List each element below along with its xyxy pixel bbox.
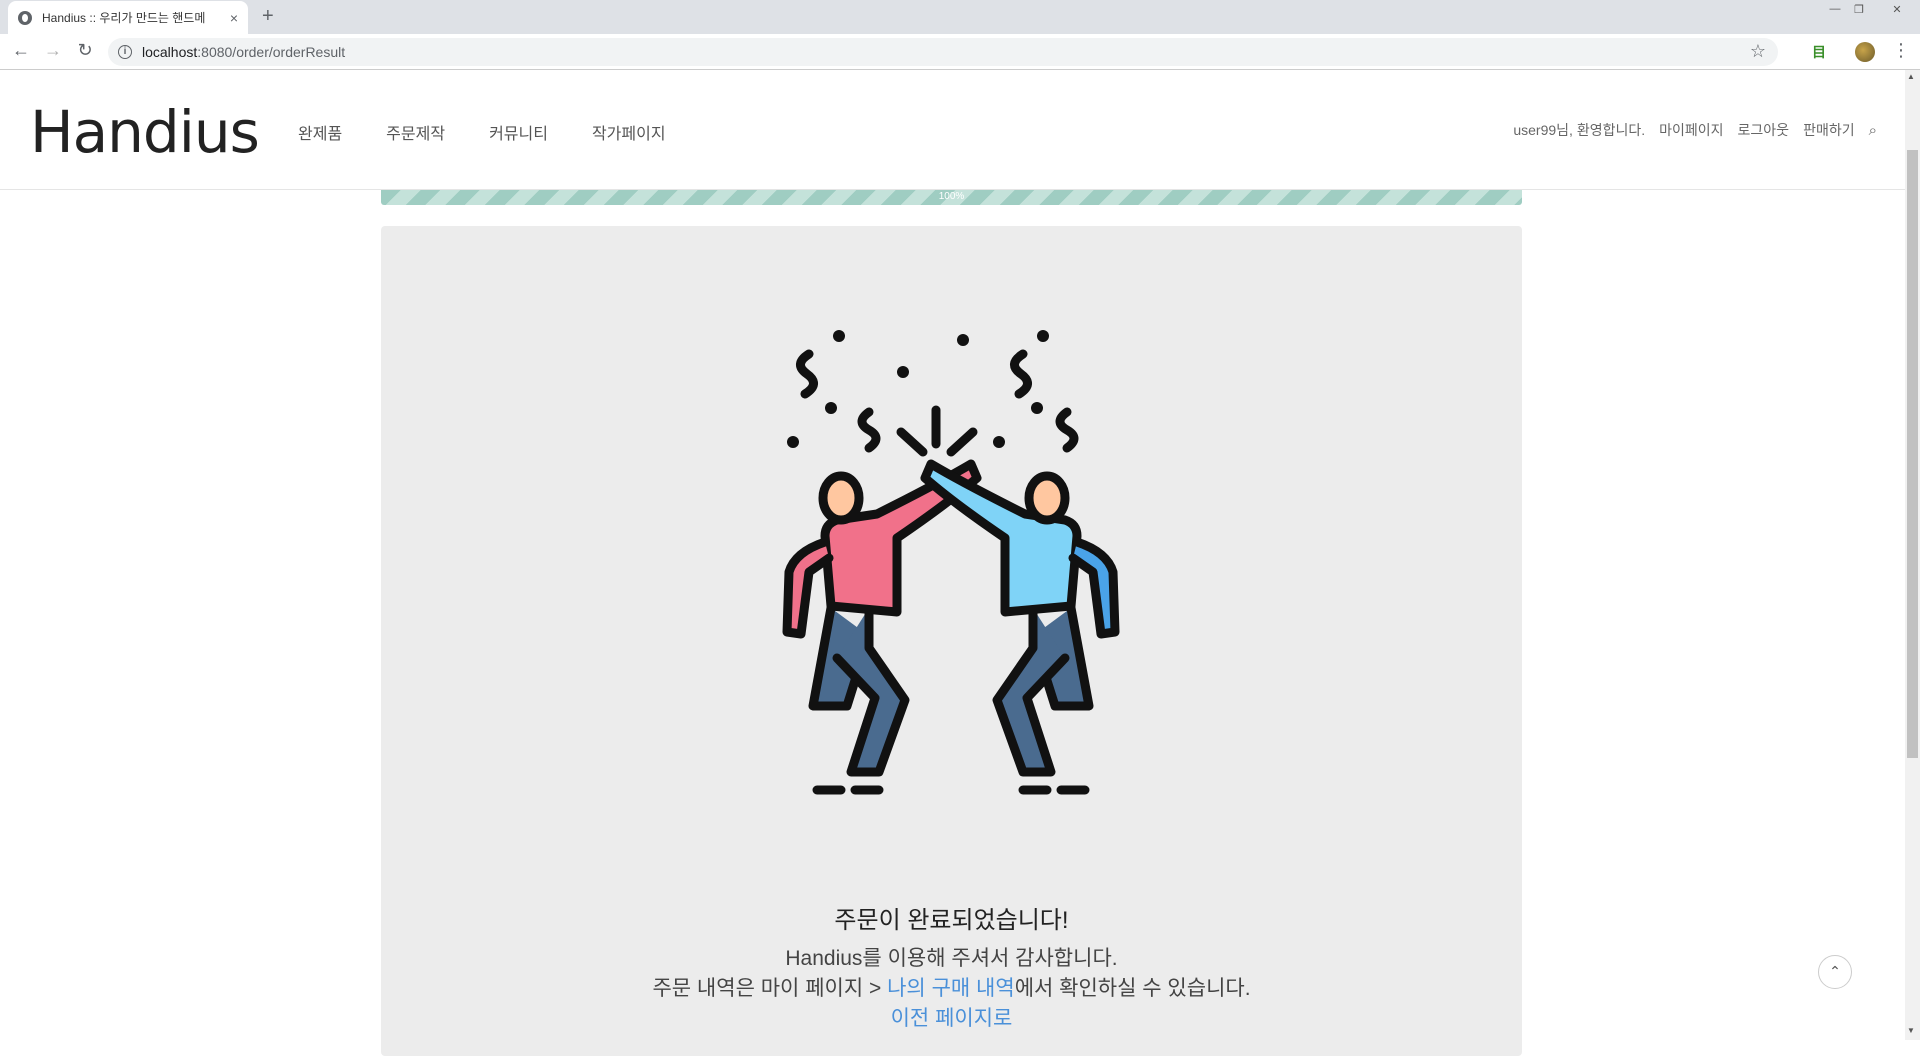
previous-page-link[interactable]: 이전 페이지로	[891, 1007, 1013, 1030]
url-path: :8080/order/orderResult	[197, 44, 346, 60]
scroll-down-arrow-icon[interactable]: ▼	[1907, 1026, 1915, 1035]
globe-icon	[18, 10, 32, 25]
high-five-illustration	[782, 330, 1120, 795]
reload-icon[interactable]: ↻	[73, 40, 97, 61]
scroll-to-top-button[interactable]: ⌃	[1818, 955, 1852, 989]
back-arrow-icon[interactable]: ←	[9, 40, 33, 61]
history-suffix: 에서 확인하실 수 있습니다.	[1014, 977, 1251, 1000]
browser-tab-strip: Handius :: 우리가 만드는 핸드메 × + — ❐ ✕	[0, 0, 1920, 34]
search-icon[interactable]: ⌕	[1869, 122, 1877, 139]
thanks-message: Handius를 이용해 주셔서 감사합니다.	[785, 947, 1118, 970]
profile-avatar-icon[interactable]	[1855, 42, 1875, 62]
history-prefix: 주문 내역은 마이 페이지 >	[652, 977, 888, 1000]
site-header: Handius 완제품 주문제작 커뮤니티 작가페이지 user99님, 환영합…	[0, 70, 1905, 190]
nav-item-finished-products[interactable]: 완제품	[298, 120, 342, 144]
scrollbar-thumb[interactable]	[1907, 150, 1918, 758]
site-logo[interactable]: Handius	[30, 98, 260, 166]
new-tab-button[interactable]: +	[262, 5, 274, 28]
bookmark-star-icon[interactable]: ☆	[1750, 41, 1766, 62]
info-icon[interactable]: i	[118, 45, 132, 59]
url-host: localhost	[142, 44, 198, 60]
nav-item-artist-page[interactable]: 작가페이지	[592, 120, 666, 144]
mypage-link[interactable]: 마이페이지	[1659, 120, 1723, 140]
order-progress-bar: 100%	[381, 190, 1522, 205]
window-maximize-button[interactable]: ❐	[1846, 0, 1872, 18]
browser-toolbar: ← → ↻ i localhost:8080/order/orderResult…	[0, 34, 1920, 70]
window-close-button[interactable]: ✕	[1880, 0, 1914, 18]
browser-menu-icon[interactable]: ⋮	[1892, 40, 1910, 61]
forward-arrow-icon[interactable]: →	[41, 40, 65, 61]
scroll-up-arrow-icon[interactable]: ▲	[1907, 72, 1915, 81]
nav-item-custom-order[interactable]: 주문제작	[386, 120, 445, 144]
previous-page-link-row: 이전 페이지로	[381, 1002, 1522, 1032]
order-complete-title: 주문이 완료되었습니다!	[834, 907, 1069, 934]
tab-close-icon[interactable]: ×	[230, 10, 238, 26]
order-result-panel: 주문이 완료되었습니다! Handius를 이용해 주셔서 감사합니다. 주문 …	[381, 226, 1522, 1056]
user-nav: user99님, 환영합니다. 마이페이지 로그아웃 판매하기 ⌕	[1513, 120, 1877, 140]
address-bar[interactable]: i localhost:8080/order/orderResult ☆	[108, 38, 1778, 66]
user-greeting: user99님, 환영합니다.	[1513, 122, 1646, 138]
nav-item-community[interactable]: 커뮤니티	[489, 120, 548, 144]
main-nav: 완제품 주문제작 커뮤니티 작가페이지	[298, 120, 666, 144]
order-history-message: 주문 내역은 마이 페이지 > 나의 구매 내역에서 확인하실 수 있습니다.	[381, 972, 1522, 1002]
purchase-history-link[interactable]: 나의 구매 내역	[887, 977, 1015, 1000]
progress-label: 100%	[938, 191, 965, 202]
window-minimize-button[interactable]: —	[1822, 0, 1848, 18]
sell-link[interactable]: 판매하기	[1803, 120, 1855, 140]
browser-tab[interactable]: Handius :: 우리가 만드는 핸드메 ×	[8, 1, 248, 34]
url-text[interactable]: localhost:8080/order/orderResult	[142, 44, 345, 60]
logout-link[interactable]: 로그아웃	[1738, 120, 1790, 140]
extension-icon[interactable]: 目	[1812, 42, 1826, 62]
tab-title: Handius :: 우리가 만드는 핸드메	[42, 11, 206, 25]
